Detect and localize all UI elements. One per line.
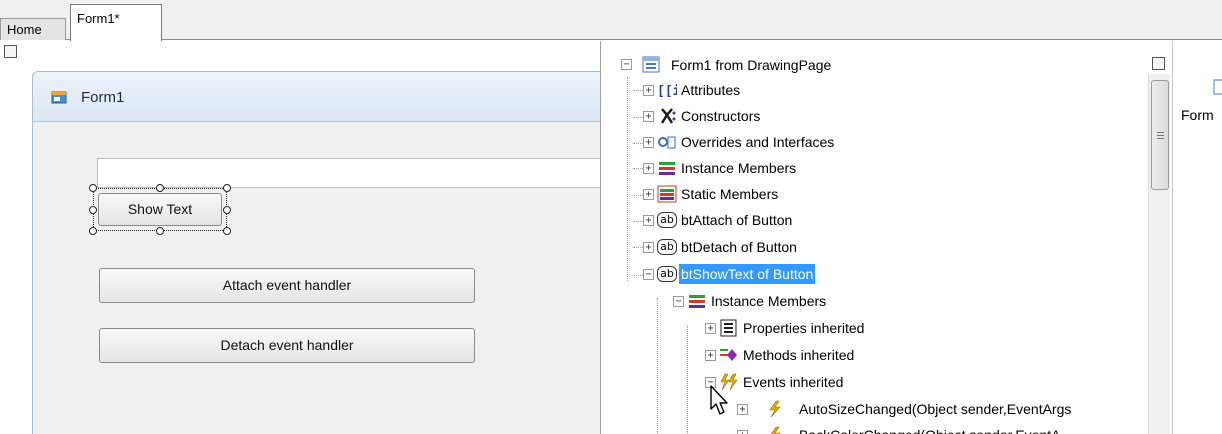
collapse-root-toggle[interactable]: −	[621, 59, 632, 70]
show-text-button[interactable]: Show Text	[98, 193, 222, 226]
resize-handle-tl[interactable]	[89, 184, 97, 192]
tree-item-constructors[interactable]: Constructors	[679, 106, 762, 126]
scrollbar-thumb[interactable]	[1151, 80, 1169, 190]
form-item-icon	[1213, 79, 1222, 95]
constructors-icon	[660, 108, 676, 124]
tree-item-overrides[interactable]: Overrides and Interfaces	[679, 132, 836, 152]
tree-connector	[627, 77, 628, 281]
resize-handle-t[interactable]	[156, 184, 164, 192]
tab-strip: Home Form1*	[0, 0, 1222, 41]
resize-handle-br[interactable]	[223, 227, 231, 235]
tab-home[interactable]: Home	[0, 18, 66, 40]
event-lightning-icon	[769, 400, 781, 418]
resize-handle-r[interactable]	[223, 206, 231, 214]
tree-root-label[interactable]: Form1 from DrawingPage	[669, 55, 833, 75]
expand-attributes-toggle[interactable]: +	[643, 85, 654, 96]
form-titlebar: Form1	[33, 72, 611, 122]
form-designer[interactable]: Form1 Show Text Attach event handler Det…	[32, 71, 617, 434]
expand-static-members-toggle[interactable]: +	[643, 189, 654, 200]
expand-instance-members-toggle[interactable]: +	[643, 163, 654, 174]
tree-item-static-members[interactable]: Static Members	[679, 184, 780, 204]
object-tree-panel: − Form1 from DrawingPage + [[i] Attribut…	[600, 41, 1172, 434]
form-title: Form1	[81, 89, 125, 106]
form-class-icon	[642, 56, 660, 73]
right-panel-label[interactable]: Form	[1181, 107, 1214, 123]
properties-icon	[720, 319, 737, 337]
collapse-btshowtext-toggle[interactable]: −	[643, 269, 654, 280]
tree-item-btshowtext[interactable]: btShowText of Button	[679, 264, 816, 284]
designer-surface: Form1 Show Text Attach event handler Det…	[0, 41, 617, 434]
resize-handle-bl[interactable]	[89, 227, 97, 235]
tree-item-attributes[interactable]: Attributes	[679, 80, 742, 100]
event-lightning-icon	[770, 426, 781, 434]
form-window-icon	[51, 91, 67, 104]
expand-properties-toggle[interactable]: +	[705, 323, 716, 334]
tree-connector	[633, 90, 643, 91]
resize-handle-l[interactable]	[89, 206, 97, 214]
tree-connector	[687, 325, 688, 434]
interfaces-icon	[658, 136, 676, 149]
tree-item-events-inherited[interactable]: Events inherited	[741, 372, 845, 392]
expand-methods-toggle[interactable]: +	[705, 350, 716, 361]
expand-autosizechanged-toggle[interactable]: +	[737, 404, 748, 415]
expand-btattach-toggle[interactable]: +	[643, 215, 654, 226]
tree-connector	[657, 298, 658, 434]
resize-handle-b[interactable]	[156, 227, 164, 235]
expand-backcolorchanged-toggle[interactable]: +	[737, 430, 748, 434]
tree-item-btdetach[interactable]: btDetach of Button	[679, 237, 799, 257]
resize-handle-tr[interactable]	[223, 184, 231, 192]
right-panel: Form	[1172, 41, 1222, 434]
tree-connector	[633, 275, 643, 276]
tree-connector	[633, 117, 643, 118]
tree-vertical-scrollbar[interactable]	[1148, 74, 1170, 434]
svg-text:[[i]: [[i]	[657, 84, 677, 99]
mouse-cursor-icon	[710, 385, 728, 415]
text-input[interactable]	[97, 158, 617, 188]
expand-constructors-toggle[interactable]: +	[643, 111, 654, 122]
button-ab-icon: ab	[657, 212, 677, 228]
tree-connector	[633, 143, 643, 144]
tree-connector	[633, 247, 643, 248]
tree-item-backcolorchanged[interactable]: BackColorChanged(Object sender,EventA	[797, 425, 1062, 434]
tree-item-instance-members-child[interactable]: Instance Members	[709, 291, 828, 311]
designer-corner-box[interactable]	[4, 45, 17, 58]
tree-item-instance-members[interactable]: Instance Members	[679, 158, 798, 178]
static-members-icon	[657, 185, 677, 203]
tree-item-autosizechanged[interactable]: AutoSizeChanged(Object sender,EventArgs	[797, 399, 1073, 419]
button-ab-icon: ab	[657, 266, 677, 282]
tree-corner-box[interactable]	[1152, 57, 1165, 70]
tree-item-btattach[interactable]: btAttach of Button	[679, 210, 794, 230]
attach-event-handler-button[interactable]: Attach event handler	[99, 268, 475, 303]
tree-item-methods-inherited[interactable]: Methods inherited	[741, 345, 856, 365]
tree-connector	[633, 168, 643, 169]
attributes-icon: [[i]	[657, 84, 677, 99]
instance-members-icon	[689, 295, 705, 308]
button-ab-icon: ab	[657, 239, 677, 255]
expand-btdetach-toggle[interactable]: +	[643, 242, 654, 253]
collapse-instance-members-child-toggle[interactable]: −	[673, 296, 684, 307]
tree-connector	[633, 221, 643, 222]
tree-item-properties-inherited[interactable]: Properties inherited	[741, 318, 866, 338]
expand-overrides-toggle[interactable]: +	[643, 137, 654, 148]
tab-form1[interactable]: Form1*	[70, 4, 162, 41]
scrollbar-grip-icon	[1157, 132, 1164, 139]
instance-members-icon	[659, 162, 675, 175]
methods-icon	[720, 349, 737, 361]
detach-event-handler-button[interactable]: Detach event handler	[99, 328, 475, 363]
tree-connector	[633, 195, 643, 196]
